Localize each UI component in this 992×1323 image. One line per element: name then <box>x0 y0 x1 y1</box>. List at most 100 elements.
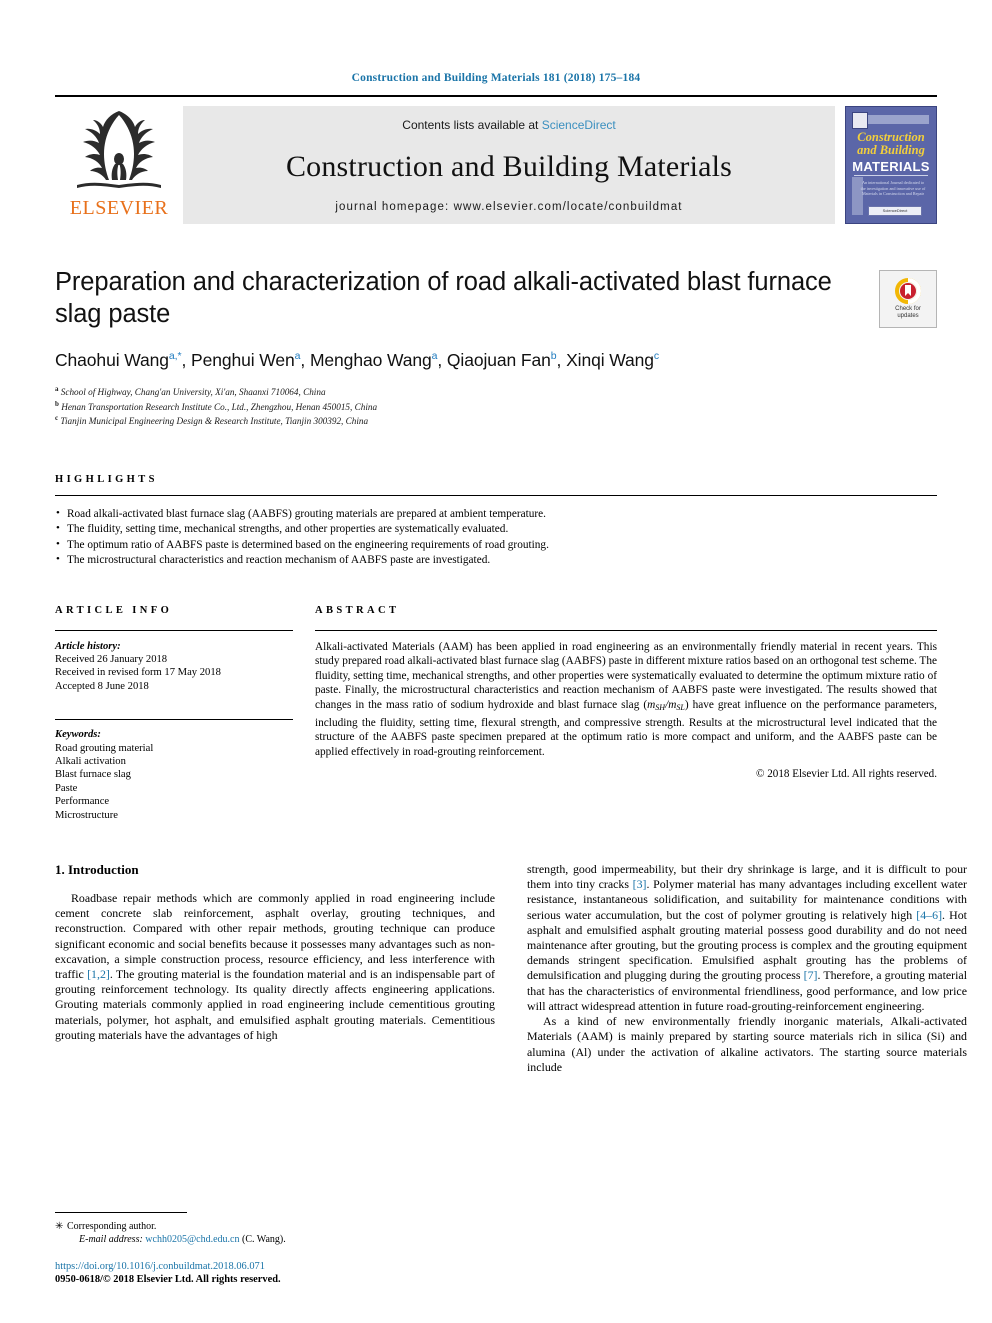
email-note: E-mail address: wchh0205@chd.edu.cn (C. … <box>55 1233 495 1246</box>
doi-link[interactable]: https://doi.org/10.1016/j.conbuildmat.20… <box>55 1260 495 1274</box>
author-name: Xinqi Wang <box>566 350 654 370</box>
footnote-block: ✳ Corresponding author. E-mail address: w… <box>55 1211 495 1287</box>
body-column-right: strength, good impermeability, but their… <box>527 862 967 1075</box>
keyword-item: Microstructure <box>55 809 118 821</box>
abstract-column: ABSTRACT Alkali-activated Materials (AAM… <box>315 605 937 822</box>
cover-badge-icon <box>852 112 868 129</box>
page-title: Preparation and characterization of road… <box>55 268 832 328</box>
keywords-block: Keywords: Road grouting material Alkali a… <box>55 719 293 822</box>
keywords-label: Keywords: <box>55 729 101 741</box>
cover-blurb: An international Journal dedicated to th… <box>860 180 926 197</box>
section-title-introduction: 1. Introduction <box>55 862 139 878</box>
sciencedirect-link[interactable]: ScienceDirect <box>542 118 616 132</box>
abstract-formula: mSH/mSL <box>647 698 685 712</box>
banner-right: Construction and Building MATERIALS An i… <box>845 106 937 224</box>
author-name: Qiaojuan Fan <box>446 350 551 370</box>
crossmark-badge[interactable]: Check for updates <box>879 270 937 328</box>
keyword-item: Performance <box>55 796 110 808</box>
keywords-divider <box>55 719 293 721</box>
highlight-item: Road alkali-activated blast furnace slag… <box>55 506 937 522</box>
highlight-item: The microstructural characteristics and … <box>55 552 937 568</box>
header-divider <box>55 95 937 97</box>
email-suffix: (C. Wang). <box>241 1233 286 1245</box>
abstract-divider <box>315 629 937 631</box>
cover-line3: MATERIALS <box>852 159 930 174</box>
cover-footer: ScienceDirect <box>868 206 922 216</box>
keywords-list: Road grouting material Alkali activation B… <box>55 742 293 822</box>
highlights-list: Road alkali-activated blast furnace slag… <box>55 506 937 569</box>
cover-line2: and Building <box>857 143 925 157</box>
article-history: Article history: Received 26 January 201… <box>55 640 293 694</box>
author-name: Menghao Wang <box>309 350 432 370</box>
asterisk-icon: ✳ <box>55 1220 64 1232</box>
keyword-item: Blast furnace slag <box>55 769 131 781</box>
citation-ref-4-6[interactable]: [4–6] <box>916 908 942 922</box>
email-label: E-mail address: <box>79 1233 143 1245</box>
journal-homepage[interactable]: journal homepage: www.elsevier.com/locat… <box>335 201 682 213</box>
abstract-label: ABSTRACT <box>315 604 400 616</box>
affiliation-list: a School of Highway, Chang'an University… <box>55 384 861 428</box>
intro-paragraph-right-2: As a kind of new environmentally friendl… <box>527 1014 967 1074</box>
elsevier-wordmark: ELSEVIER <box>69 197 169 219</box>
affiliation-line: a School of Highway, Chang'an University… <box>55 385 326 398</box>
abstract-copyright: © 2018 Elsevier Ltd. All rights reserved… <box>756 768 937 781</box>
intro-left-b: . The grouting material is the foundatio… <box>55 967 495 1042</box>
citation-ref-7[interactable]: [7] <box>804 968 818 982</box>
contents-prefix: Contents lists available at <box>402 118 542 132</box>
highlights-label: HIGHLIGHTS <box>55 473 158 485</box>
keyword-item: Road grouting material <box>55 742 154 754</box>
doi-block: https://doi.org/10.1016/j.conbuildmat.20… <box>55 1260 495 1287</box>
highlight-item: The fluidity, setting time, mechanical s… <box>55 521 937 537</box>
article-history-line: Received 26 January 2018 <box>55 654 168 665</box>
crossmark-label: Check for updates <box>895 306 921 320</box>
info-abstract-section: ARTICLE INFO Article history: Received 2… <box>55 605 937 822</box>
cover-rule <box>854 175 928 176</box>
intro-paragraph-right: strength, good impermeability, but their… <box>527 862 967 1014</box>
article-history-label: Article history: <box>55 640 121 652</box>
article-info-label: ARTICLE INFO <box>55 604 173 616</box>
citation-ref-3[interactable]: [3] <box>633 877 647 891</box>
title-block: Preparation and characterization of road… <box>55 266 937 428</box>
body-column-left: 1. Introduction Roadbase repair methods … <box>55 862 495 1075</box>
corresponding-author-note: ✳ Corresponding author. <box>55 1220 495 1233</box>
paper-page: Construction and Building Materials 181 … <box>0 0 992 1323</box>
highlights-section: HIGHLIGHTS Road alkali-activated blast f… <box>55 474 937 569</box>
abstract-text: Alkali-activated Materials (AAM) has bee… <box>315 640 937 760</box>
affiliation-line: b Henan Transportation Research Institut… <box>55 399 378 412</box>
title-main: Preparation and characterization of road… <box>55 266 879 428</box>
journal-cover-thumbnail: Construction and Building MATERIALS An i… <box>845 106 937 224</box>
banner-center: Contents lists available at ScienceDirec… <box>183 106 835 224</box>
intro-paragraph-left: Roadbase repair methods which are common… <box>55 891 495 1043</box>
article-history-line: Received in revised form 17 May 2018 <box>55 667 221 679</box>
highlight-item: The optimum ratio of AABFS paste is dete… <box>55 537 937 553</box>
contents-line: Contents lists available at ScienceDirec… <box>402 118 615 132</box>
author-affiliation-mark: c <box>653 350 660 363</box>
author-affiliation-mark: a <box>294 350 301 363</box>
keywords-body: Keywords: Road grouting material Alkali a… <box>55 728 293 822</box>
article-history-lines: Received 26 January 2018 Received in revi… <box>55 653 293 693</box>
author-name: Penghui Wen <box>191 350 295 370</box>
article-info-divider <box>55 629 293 631</box>
publisher-logo: ELSEVIER <box>55 106 183 224</box>
keyword-item: Alkali activation <box>55 756 126 768</box>
highlights-divider <box>55 494 937 496</box>
crossmark-line2: updates <box>897 313 919 319</box>
issn-copyright: 0950-0618/© 2018 Elsevier Ltd. All right… <box>55 1274 281 1286</box>
article-history-line: Accepted 8 June 2018 <box>55 680 149 692</box>
corresponding-author-text: Corresponding author. <box>67 1220 157 1232</box>
author-affiliation-mark: a <box>431 350 438 363</box>
author-list: Chaohui Wanga,*, Penghui Wena, Menghao W… <box>55 350 660 370</box>
elsevier-tree-icon <box>77 111 161 188</box>
journal-banner: ELSEVIER Contents lists available at Sci… <box>55 106 937 224</box>
author-affiliation-mark: a,* <box>168 350 182 363</box>
running-head: Construction and Building Materials 181 … <box>351 72 641 84</box>
crossmark-icon <box>895 278 921 304</box>
citation-ref-1[interactable]: [1,2] <box>87 967 110 981</box>
article-info-column: ARTICLE INFO Article history: Received 2… <box>55 605 315 822</box>
crossmark-line1: Check for <box>895 306 921 312</box>
footnote-divider <box>55 1211 187 1213</box>
journal-title: Construction and Building Materials <box>285 149 733 183</box>
body-columns: 1. Introduction Roadbase repair methods … <box>55 862 967 1075</box>
email-link[interactable]: wchh0205@chd.edu.cn <box>145 1234 239 1245</box>
keyword-item: Paste <box>55 782 78 794</box>
